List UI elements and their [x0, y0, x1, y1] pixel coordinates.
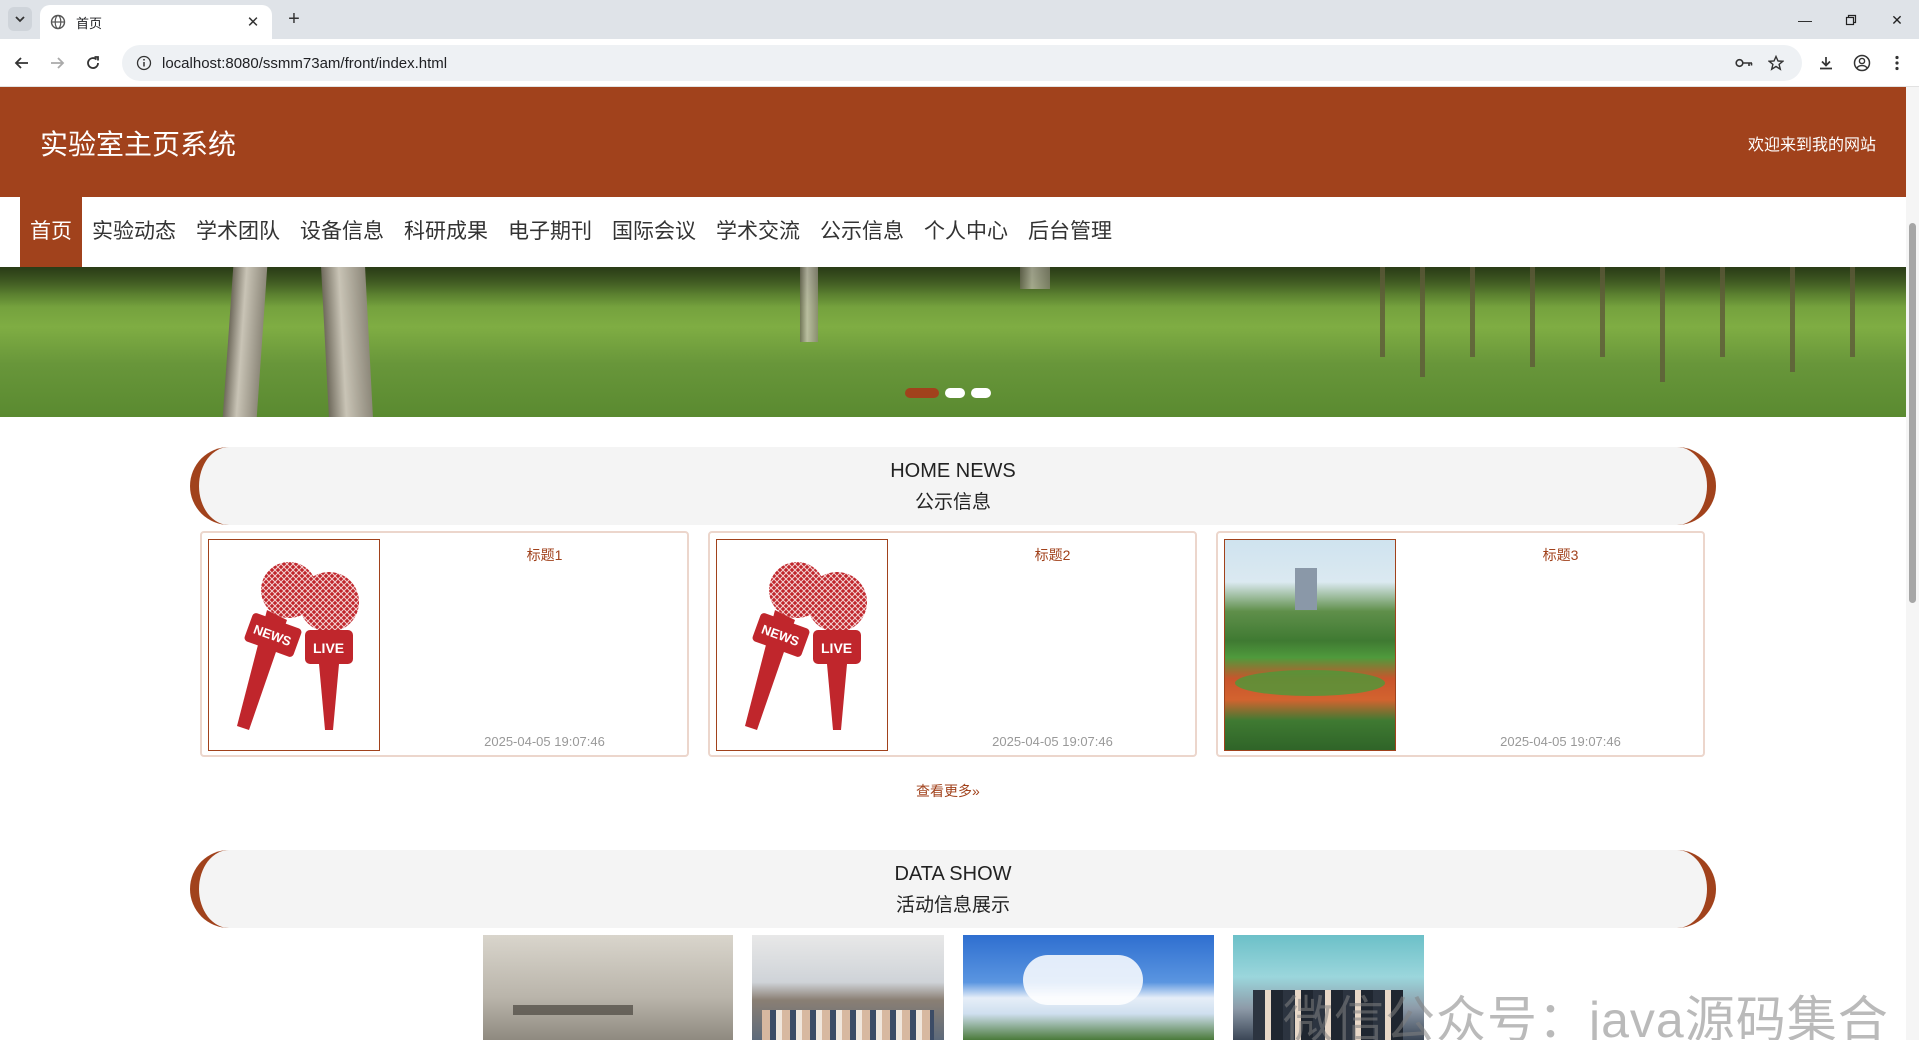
group-photo-crowd [762, 1010, 934, 1040]
news-card-title[interactable]: 标题2 [910, 545, 1195, 565]
browser-toolbar: localhost:8080/ssmm73am/front/index.html [0, 39, 1919, 87]
browser-tabstrip: 首页 ✕ + — ✕ [0, 0, 1919, 39]
news-card[interactable]: NEWS LIVE 标题1 2025-04-05 19:07:46 [200, 531, 689, 757]
url-text[interactable]: localhost:8080/ssmm73am/front/index.html [162, 55, 1802, 72]
news-card-title[interactable]: 标题1 [402, 545, 687, 565]
nav-item-e-journals[interactable]: 电子期刊 [498, 197, 602, 267]
live-sticker-text: LIVE [821, 640, 852, 656]
news-live-microphones-image[interactable]: NEWS LIVE [716, 539, 888, 751]
banner-bamboo [1530, 267, 1535, 367]
banner-tree-trunk [800, 267, 818, 342]
banner-bamboo [1470, 267, 1475, 357]
banner-bamboo [1720, 267, 1725, 357]
download-icon[interactable] [1815, 52, 1837, 74]
password-key-icon[interactable] [1733, 52, 1755, 74]
tab-list-button[interactable] [8, 7, 32, 31]
carousel-dot[interactable] [945, 388, 965, 398]
browser-tab[interactable]: 首页 ✕ [40, 5, 272, 39]
news-section-header: HOME NEWS 公示信息 [190, 447, 1716, 525]
scrollbar-thumb[interactable] [1909, 223, 1916, 603]
banner-carousel[interactable] [0, 267, 1906, 417]
banner-tree-trunk [1020, 267, 1050, 289]
page-scrollbar[interactable] [1906, 87, 1919, 1040]
news-card-date: 2025-04-05 19:07:46 [1500, 734, 1621, 749]
news-section-title-en: HOME NEWS [890, 460, 1016, 482]
nav-item-equipment[interactable]: 设备信息 [290, 197, 394, 267]
banner-bamboo [1850, 267, 1855, 357]
banner-tree-shade [0, 267, 1906, 307]
news-card[interactable]: 标题3 2025-04-05 19:07:46 [1216, 531, 1705, 757]
bookmark-star-icon[interactable] [1765, 52, 1787, 74]
data-section-title-cn: 活动信息展示 [895, 895, 1010, 916]
activity-photo[interactable] [752, 935, 944, 1040]
address-bar[interactable]: localhost:8080/ssmm73am/front/index.html [122, 45, 1802, 81]
minimize-icon[interactable]: — [1790, 8, 1820, 32]
building [1295, 568, 1317, 610]
menu-kebab-icon[interactable] [1886, 52, 1908, 74]
live-sticker-text: LIVE [313, 640, 344, 656]
site-info-icon[interactable] [136, 55, 152, 71]
football-pitch [1235, 670, 1385, 696]
welcome-text: 欢迎来到我的网站 [1747, 137, 1876, 154]
nav-item-personal-center[interactable]: 个人中心 [914, 197, 1018, 267]
nav-item-academic-exchange[interactable]: 学术交流 [706, 197, 810, 267]
new-tab-button[interactable]: + [282, 8, 306, 32]
reload-icon[interactable] [81, 51, 105, 75]
banner-bamboo [1790, 267, 1795, 372]
news-section-title-cn: 公示信息 [914, 492, 991, 513]
news-card[interactable]: NEWS LIVE 标题2 2025-04-05 19:07:46 [708, 531, 1197, 757]
nav-item-academic-team[interactable]: 学术团队 [186, 197, 290, 267]
banner-bamboo [1600, 267, 1605, 357]
view-more-link[interactable]: 查看更多» [916, 781, 980, 801]
data-section-header: DATA SHOW 活动信息展示 [190, 850, 1716, 928]
nav-item-home[interactable]: 首页 [20, 197, 82, 267]
carousel-dot[interactable] [971, 388, 991, 398]
close-window-icon[interactable]: ✕ [1882, 8, 1912, 32]
news-card-title[interactable]: 标题3 [1418, 545, 1703, 565]
campus-sports-field-image[interactable] [1224, 539, 1396, 751]
site-title: 实验室主页系统 [40, 129, 237, 160]
tab-title: 首页 [76, 15, 103, 31]
news-card-date: 2025-04-05 19:07:46 [992, 734, 1113, 749]
chevron-down-icon [15, 16, 25, 23]
nav-item-research-results[interactable]: 科研成果 [394, 197, 498, 267]
carousel-indicators [905, 385, 995, 401]
profile-icon[interactable] [1851, 52, 1873, 74]
carousel-dot[interactable] [905, 388, 939, 398]
nav-item-lab-news[interactable]: 实验动态 [82, 197, 186, 267]
page-viewport: 实验室主页系统 欢迎来到我的网站 首页 实验动态 学术团队 设备信息 科研成果 … [0, 87, 1906, 1040]
news-card-date: 2025-04-05 19:07:46 [484, 734, 605, 749]
forward-icon[interactable] [45, 51, 69, 75]
site-header: 实验室主页系统 欢迎来到我的网站 [0, 87, 1906, 197]
back-icon[interactable] [10, 51, 34, 75]
close-tab-icon[interactable]: ✕ [244, 13, 262, 31]
banner-bamboo [1660, 267, 1665, 382]
main-nav: 首页 实验动态 学术团队 设备信息 科研成果 电子期刊 国际会议 学术交流 公示… [0, 197, 1906, 267]
news-live-microphones-image[interactable]: NEWS LIVE [208, 539, 380, 751]
restore-icon[interactable] [1836, 8, 1866, 32]
nav-item-announcements[interactable]: 公示信息 [810, 197, 914, 267]
banner-bamboo [1420, 267, 1425, 377]
banner-bamboo [1380, 267, 1385, 357]
wechat-watermark: 微信公众号：java源码集合 [1283, 992, 1889, 1040]
globe-icon [50, 14, 66, 30]
activity-photo[interactable] [963, 935, 1214, 1040]
nav-item-conferences[interactable]: 国际会议 [602, 197, 706, 267]
banner-tree-trunk [321, 267, 373, 417]
activity-photo[interactable] [483, 935, 733, 1040]
building-sign [513, 1005, 633, 1015]
cloud [1023, 955, 1143, 1005]
data-section-title-en: DATA SHOW [894, 863, 1012, 885]
nav-item-admin[interactable]: 后台管理 [1018, 197, 1122, 267]
